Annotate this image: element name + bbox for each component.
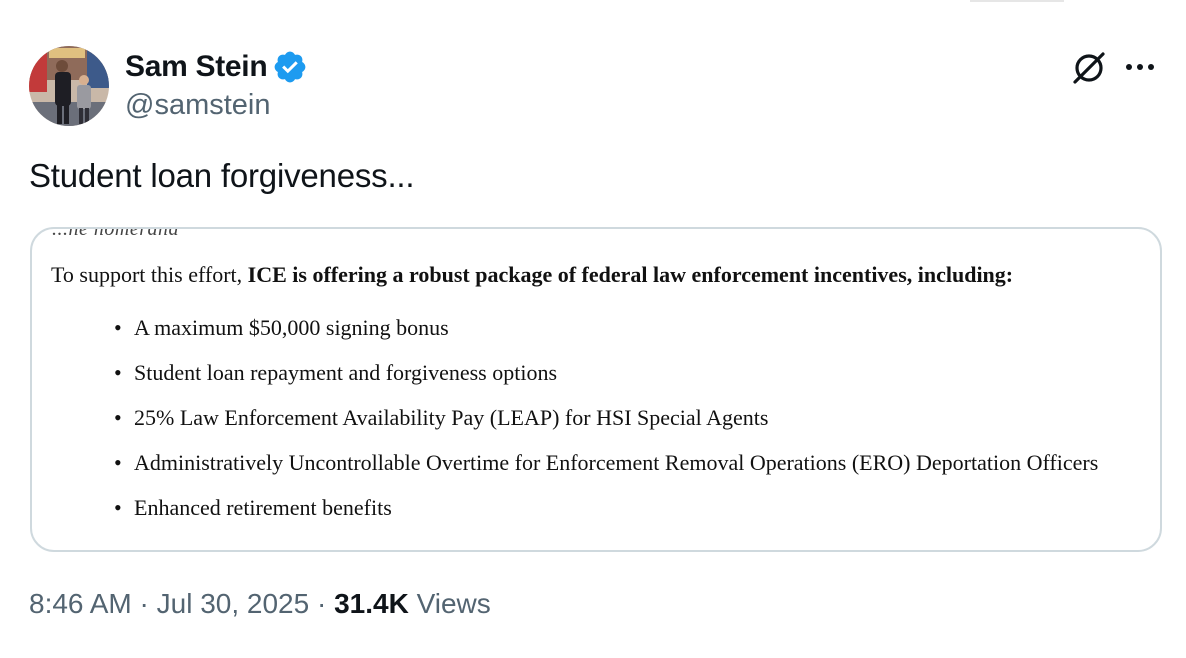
display-name[interactable]: Sam Stein [125, 50, 268, 84]
avatar[interactable] [29, 46, 109, 126]
list-item: • Enhanced retirement benefits [114, 491, 1098, 536]
author-row: Sam Stein [125, 48, 308, 86]
document-intro: To support this effort, ICE is offering … [51, 262, 1013, 288]
tweet-date[interactable]: Jul 30, 2025 [157, 588, 310, 619]
intro-prefix: To support this effort, [51, 262, 248, 287]
views-count[interactable]: 31.4K [334, 588, 409, 619]
incentives-list: • A maximum $50,000 signing bonus • Studen… [114, 311, 1098, 536]
list-item: • A maximum $50,000 signing bonus [114, 311, 1098, 356]
grok-slash-circle-icon[interactable] [1069, 48, 1109, 88]
attached-image[interactable]: ...ne nomerand To support this effort, I… [30, 227, 1162, 552]
bullet-dot-icon: • [114, 405, 122, 430]
bullet-dot-icon: • [114, 315, 122, 340]
separator: · [309, 588, 335, 619]
list-item: • Administratively Uncontrollable Overtim… [114, 446, 1098, 491]
tweet-text: Student loan forgiveness... [29, 157, 415, 194]
verified-badge-icon [274, 51, 306, 83]
bullet-dot-icon: • [114, 360, 122, 385]
more-dots-icon[interactable] [1120, 54, 1160, 80]
user-handle[interactable]: @samstein [125, 89, 270, 122]
views-label: Views [408, 588, 491, 619]
cropped-text-line: ...ne nomerand [52, 227, 179, 240]
list-item: • 25% Law Enforcement Availability Pay (L… [114, 401, 1098, 446]
bullet-dot-icon: • [114, 495, 122, 520]
intro-bold: ICE is offering a robust package of fede… [247, 262, 1014, 287]
top-divider [970, 0, 1064, 2]
user-avatar-photo [29, 46, 109, 126]
list-item: • Student loan repayment and forgiveness … [114, 356, 1098, 401]
tweet-time[interactable]: 8:46 AM [29, 588, 132, 619]
tweet-meta: 8:46 AM · Jul 30, 2025 · 31.4K Views [29, 588, 491, 620]
bullet-dot-icon: • [114, 450, 122, 475]
separator: · [131, 588, 157, 619]
